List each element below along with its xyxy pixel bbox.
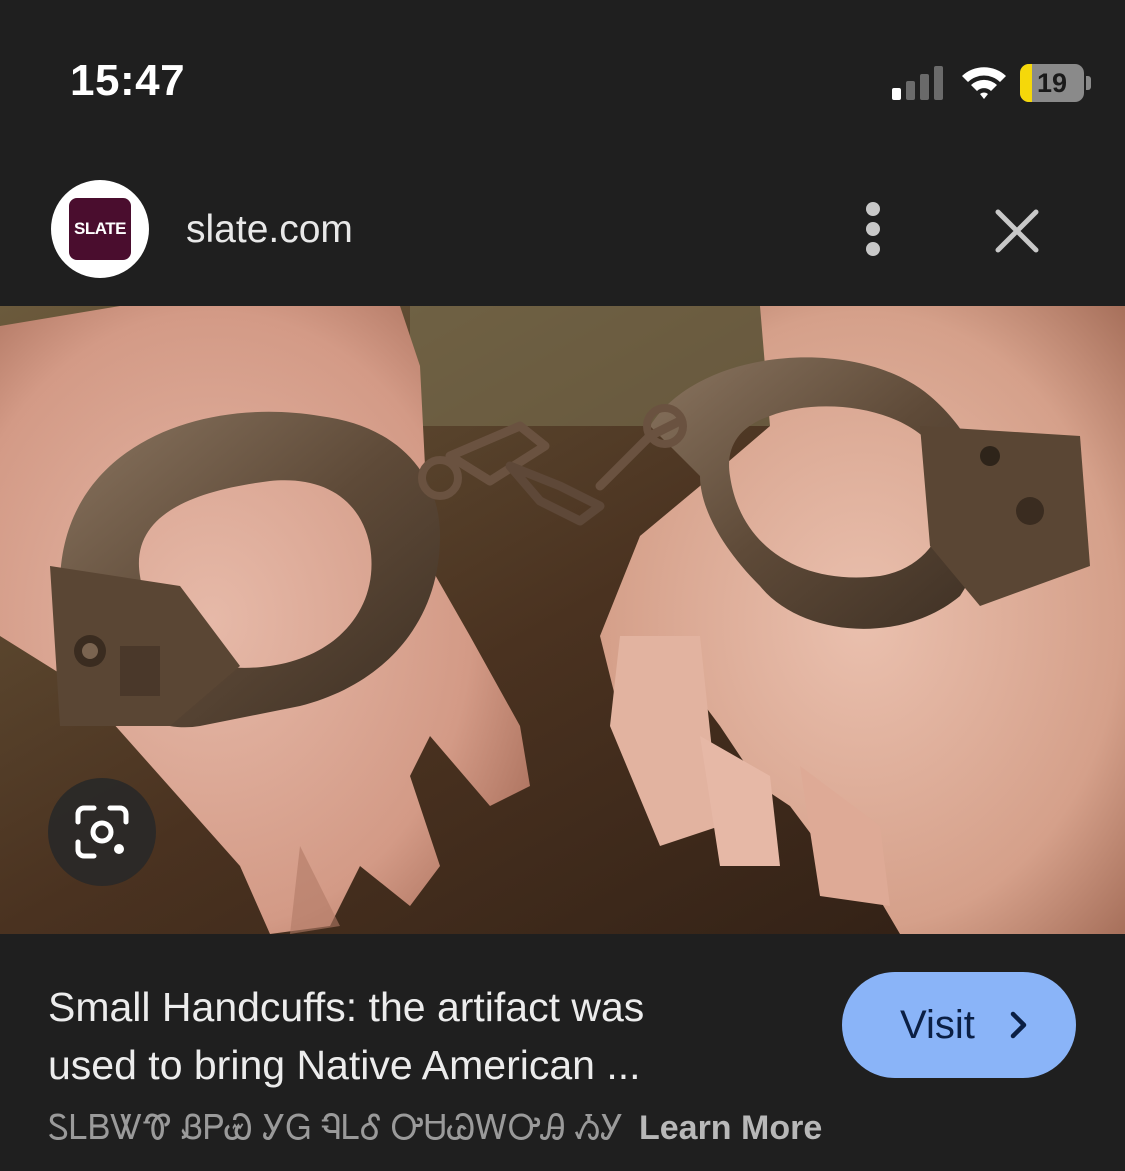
google-lens-icon bbox=[75, 805, 129, 859]
battery-icon: 19 bbox=[1020, 64, 1092, 102]
result-title[interactable]: Small Handcuffs: the artifact was used t… bbox=[48, 978, 808, 1098]
source-logo[interactable]: SLATE bbox=[51, 180, 149, 278]
caption-footer: ᏚᏞᏴᏔᏡ ᏰᏢᏯ ᎩᏀ ᏄᏞᎴ ᎤᏌᏊᎳᎤᎯ ᏱᎩ Learn More bbox=[48, 1106, 1088, 1150]
source-header: SLATE slate.com bbox=[0, 170, 1125, 290]
wifi-icon bbox=[962, 67, 1006, 99]
footer-text: ᏚᏞᏴᏔᏡ ᏰᏢᏯ ᎩᏀ ᏄᏞᎴ ᎤᏌᏊᎳᎤᎯ ᏱᎩ bbox=[48, 1109, 624, 1147]
battery-level: 19 bbox=[1036, 68, 1068, 98]
google-lens-button[interactable] bbox=[48, 778, 156, 886]
result-image[interactable] bbox=[0, 306, 1125, 934]
result-caption: Small Handcuffs: the artifact was used t… bbox=[0, 934, 1125, 1171]
visit-button[interactable]: Visit bbox=[842, 972, 1076, 1078]
source-name[interactable]: slate.com bbox=[186, 208, 353, 252]
learn-more-link[interactable]: Learn More bbox=[639, 1109, 822, 1147]
cellular-signal-icon bbox=[892, 66, 943, 100]
image-viewer-screen: 15:47 19 SLATE slate.com Small Handcuffs… bbox=[0, 0, 1125, 1171]
handcuffs-photo bbox=[0, 306, 1125, 934]
slate-logo: SLATE bbox=[69, 198, 131, 260]
chevron-right-icon bbox=[1010, 1011, 1027, 1039]
more-vertical-icon[interactable] bbox=[852, 198, 894, 260]
result-title-line-1: Small Handcuffs: the artifact was bbox=[48, 984, 645, 1030]
status-time: 15:47 bbox=[70, 56, 186, 105]
status-bar: 15:47 19 bbox=[0, 0, 1125, 140]
result-title-line-2: used to bring Native American ... bbox=[48, 1042, 641, 1088]
visit-button-label: Visit bbox=[900, 1003, 975, 1047]
close-icon[interactable] bbox=[990, 204, 1044, 258]
